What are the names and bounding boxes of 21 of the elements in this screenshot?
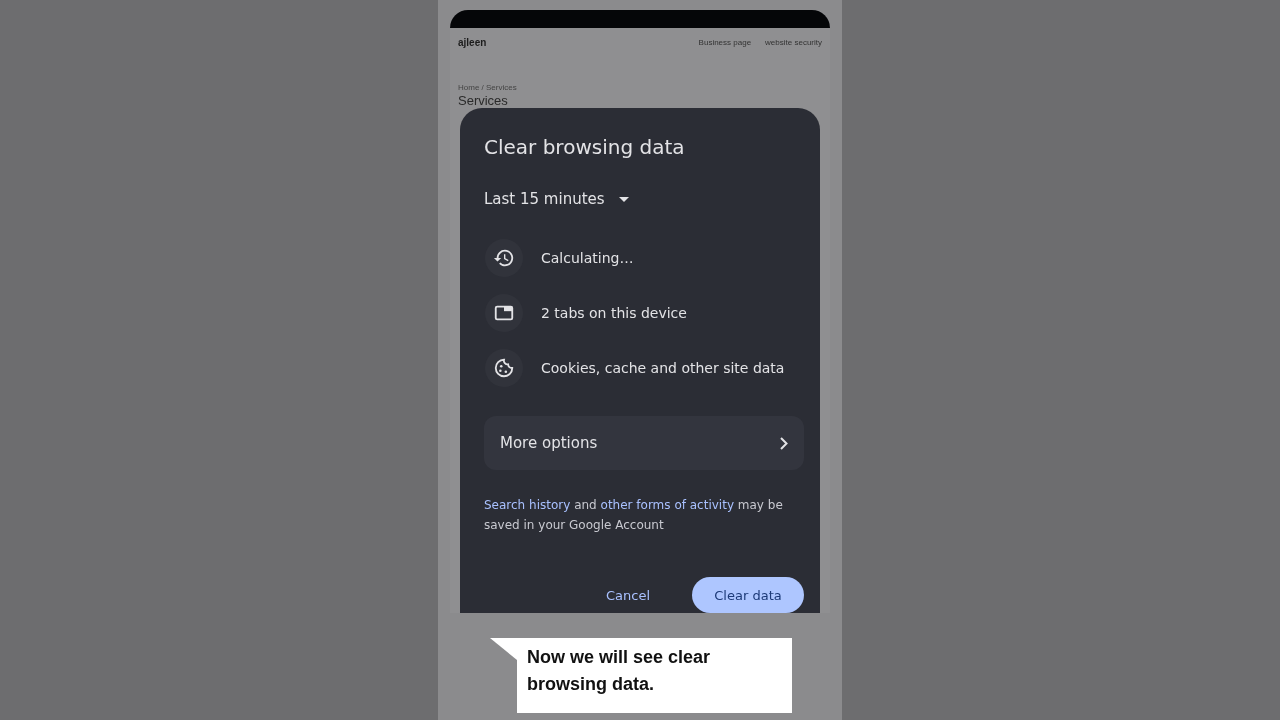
caret-icon xyxy=(618,196,629,202)
item-label: Calculating… xyxy=(541,250,634,266)
link[interactable]: Search history xyxy=(484,498,571,512)
dialog-title: Clear browsing data xyxy=(484,134,686,161)
more-options-row[interactable]: More options xyxy=(484,416,804,470)
nav-link[interactable]: Business page xyxy=(698,37,752,47)
link[interactable]: other forms of activity xyxy=(600,498,734,512)
history-icon xyxy=(493,247,515,269)
caption-text: Now we will see clear browsing data. xyxy=(527,647,711,694)
time-range-dropdown[interactable]: Last 15 minutes xyxy=(484,184,629,214)
cookie-icon xyxy=(493,357,515,379)
cancel-button[interactable]: Cancel xyxy=(583,577,672,613)
item-label: 2 tabs on this device xyxy=(541,305,687,321)
item-label: Cookies, cache and other site data xyxy=(541,360,785,376)
page-heading: Services xyxy=(458,94,509,108)
clear-data-button[interactable]: Clear data xyxy=(692,577,804,613)
footer-note: Search history and other forms of activity may be saved in your Google Account xyxy=(484,497,784,534)
site-name[interactable]: ajleen xyxy=(458,36,487,48)
chevron-right-icon xyxy=(780,436,788,450)
nav-link[interactable]: website security xyxy=(765,37,822,47)
breadcrumb: Home / Services xyxy=(458,83,518,92)
